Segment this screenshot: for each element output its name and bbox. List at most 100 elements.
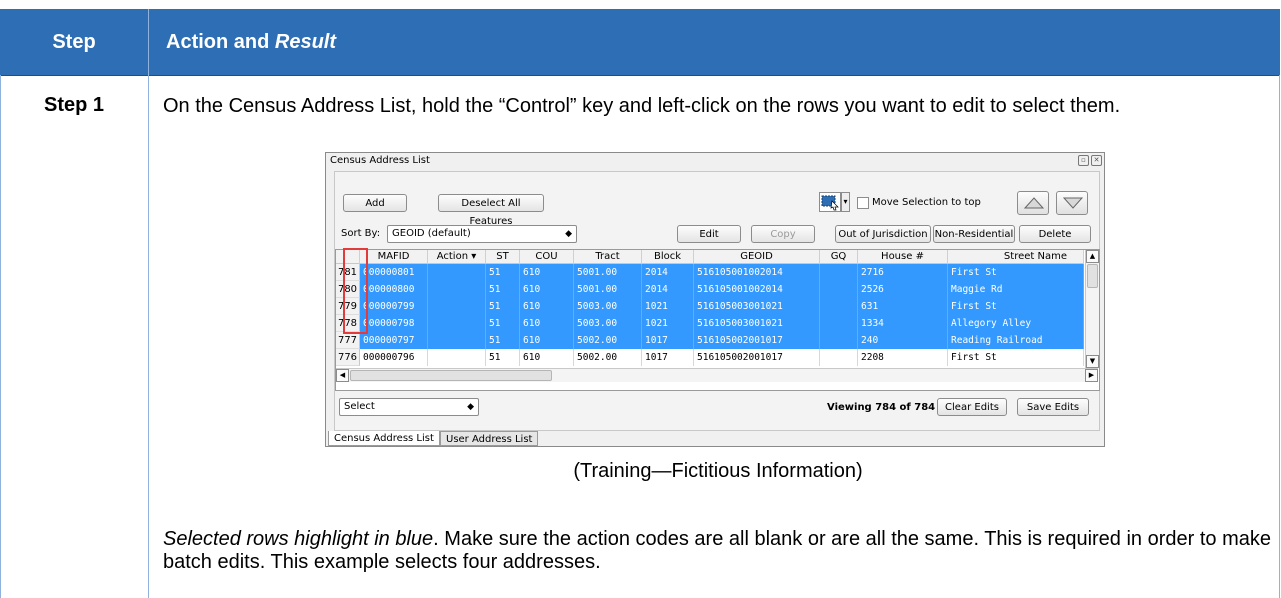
deselect-all-button[interactable]: Deselect All Features bbox=[438, 194, 544, 227]
tab-user-address-list[interactable]: User Address List bbox=[440, 431, 539, 446]
table-cell[interactable] bbox=[428, 298, 486, 315]
table-cell[interactable]: 000000799 bbox=[360, 298, 428, 315]
table-cell[interactable]: 000000801 bbox=[360, 264, 428, 281]
table-cell[interactable]: 1021 bbox=[642, 315, 694, 332]
table-cell[interactable]: 51 bbox=[486, 298, 520, 315]
table-cell[interactable]: 516105003001021 bbox=[694, 298, 820, 315]
sort-by-select[interactable]: GEOID (default) ◆ bbox=[387, 225, 577, 243]
table-cell[interactable] bbox=[820, 264, 858, 281]
table-cell[interactable]: 51 bbox=[486, 315, 520, 332]
move-up-button[interactable] bbox=[1017, 191, 1049, 215]
move-selection-checkbox[interactable] bbox=[857, 197, 869, 209]
table-cell[interactable]: Maggie Rd bbox=[948, 281, 1084, 298]
edit-button[interactable]: Edit bbox=[677, 225, 741, 243]
table-cell[interactable]: 2014 bbox=[642, 281, 694, 298]
non-residential-button[interactable]: Non-Residential bbox=[933, 225, 1015, 243]
add-button[interactable]: Add bbox=[343, 194, 407, 212]
table-cell[interactable] bbox=[428, 332, 486, 349]
row-number[interactable]: 777 bbox=[336, 332, 360, 349]
table-cell[interactable]: 610 bbox=[520, 264, 574, 281]
column-header[interactable]: House # bbox=[858, 250, 948, 264]
table-cell[interactable]: 2526 bbox=[858, 281, 948, 298]
table-cell[interactable]: 51 bbox=[486, 281, 520, 298]
table-cell[interactable]: 631 bbox=[858, 298, 948, 315]
table-row[interactable]: 776 000000796 51 610 5002.00 1017 516105002001… bbox=[336, 349, 1084, 366]
copy-button[interactable]: Copy bbox=[751, 225, 815, 243]
column-header[interactable]: ST bbox=[486, 250, 520, 264]
table-cell[interactable] bbox=[820, 332, 858, 349]
save-edits-button[interactable]: Save Edits bbox=[1017, 398, 1089, 416]
table-row[interactable]: 781 000000801 51 610 5001.00 2014 516105001002… bbox=[336, 264, 1084, 281]
row-number[interactable]: 776 bbox=[336, 349, 360, 366]
table-cell[interactable]: 610 bbox=[520, 349, 574, 366]
table-row[interactable]: 779 000000799 51 610 5003.00 1021 516105003001… bbox=[336, 298, 1084, 315]
table-cell[interactable]: Allegory Alley bbox=[948, 315, 1084, 332]
table-cell[interactable] bbox=[820, 281, 858, 298]
table-cell[interactable]: Reading Railroad bbox=[948, 332, 1084, 349]
table-cell[interactable]: 1021 bbox=[642, 298, 694, 315]
table-cell[interactable]: 610 bbox=[520, 298, 574, 315]
chevron-down-icon[interactable]: ▾ bbox=[841, 192, 850, 212]
table-cell[interactable]: First St bbox=[948, 349, 1084, 366]
table-cell[interactable]: 516105003001021 bbox=[694, 315, 820, 332]
table-cell[interactable]: 5003.00 bbox=[574, 315, 642, 332]
table-cell[interactable]: 516105002001017 bbox=[694, 332, 820, 349]
delete-button[interactable]: Delete bbox=[1019, 225, 1091, 243]
table-cell[interactable] bbox=[820, 315, 858, 332]
restore-icon[interactable]: ▫ bbox=[1078, 155, 1089, 166]
table-cell[interactable] bbox=[428, 281, 486, 298]
column-header[interactable]: Tract bbox=[574, 250, 642, 264]
vertical-scrollbar[interactable]: ▲ ▼ bbox=[1085, 250, 1099, 368]
table-cell[interactable]: First St bbox=[948, 298, 1084, 315]
table-cell[interactable]: 610 bbox=[520, 281, 574, 298]
table-cell[interactable] bbox=[428, 315, 486, 332]
column-header[interactable]: Street Name bbox=[948, 250, 1084, 264]
table-row[interactable]: 777 000000797 51 610 5002.00 1017 516105002001… bbox=[336, 332, 1084, 349]
clear-edits-button[interactable]: Clear Edits bbox=[937, 398, 1007, 416]
table-row[interactable]: 780 000000800 51 610 5001.00 2014 516105001002… bbox=[336, 281, 1084, 298]
table-cell[interactable]: 5001.00 bbox=[574, 281, 642, 298]
table-cell[interactable]: 5001.00 bbox=[574, 264, 642, 281]
table-cell[interactable]: 2208 bbox=[858, 349, 948, 366]
table-cell[interactable]: 000000797 bbox=[360, 332, 428, 349]
column-header[interactable]: Block bbox=[642, 250, 694, 264]
column-header[interactable]: COU bbox=[520, 250, 574, 264]
tab-census-address-list[interactable]: Census Address List bbox=[328, 431, 440, 446]
close-icon[interactable]: ✕ bbox=[1091, 155, 1102, 166]
table-cell[interactable]: 2014 bbox=[642, 264, 694, 281]
horizontal-scrollbar[interactable]: ◀ ▶ bbox=[336, 368, 1098, 382]
table-cell[interactable]: 000000798 bbox=[360, 315, 428, 332]
table-cell[interactable]: 610 bbox=[520, 332, 574, 349]
table-cell[interactable]: First St bbox=[948, 264, 1084, 281]
table-cell[interactable]: 000000800 bbox=[360, 281, 428, 298]
column-header[interactable]: GQ bbox=[820, 250, 858, 264]
table-cell[interactable] bbox=[820, 349, 858, 366]
table-cell[interactable]: 000000796 bbox=[360, 349, 428, 366]
table-cell[interactable] bbox=[820, 298, 858, 315]
select-features-icon[interactable] bbox=[819, 192, 841, 212]
select-dropdown[interactable]: Select ◆ bbox=[339, 398, 479, 416]
table-cell[interactable]: 240 bbox=[858, 332, 948, 349]
table-cell[interactable]: 5002.00 bbox=[574, 349, 642, 366]
table-row[interactable]: 778 000000798 51 610 5003.00 1021 516105003001… bbox=[336, 315, 1084, 332]
column-header[interactable]: GEOID bbox=[694, 250, 820, 264]
table-cell[interactable]: 51 bbox=[486, 349, 520, 366]
table-cell[interactable]: 2716 bbox=[858, 264, 948, 281]
table-cell[interactable] bbox=[428, 349, 486, 366]
column-header[interactable]: MAFID bbox=[360, 250, 428, 264]
table-cell[interactable]: 1334 bbox=[858, 315, 948, 332]
table-cell[interactable]: 1017 bbox=[642, 332, 694, 349]
table-cell[interactable]: 5002.00 bbox=[574, 332, 642, 349]
table-cell[interactable]: 1017 bbox=[642, 349, 694, 366]
table-cell[interactable]: 51 bbox=[486, 332, 520, 349]
table-cell[interactable]: 5003.00 bbox=[574, 298, 642, 315]
table-cell[interactable]: 51 bbox=[486, 264, 520, 281]
out-of-jurisdiction-button[interactable]: Out of Jurisdiction bbox=[835, 225, 931, 243]
table-cell[interactable] bbox=[428, 264, 486, 281]
table-cell[interactable]: 516105001002014 bbox=[694, 281, 820, 298]
table-cell[interactable]: 516105001002014 bbox=[694, 264, 820, 281]
column-header-action[interactable]: Action ▾ bbox=[428, 250, 486, 264]
move-down-button[interactable] bbox=[1056, 191, 1088, 215]
table-cell[interactable]: 610 bbox=[520, 315, 574, 332]
table-cell[interactable]: 516105002001017 bbox=[694, 349, 820, 366]
